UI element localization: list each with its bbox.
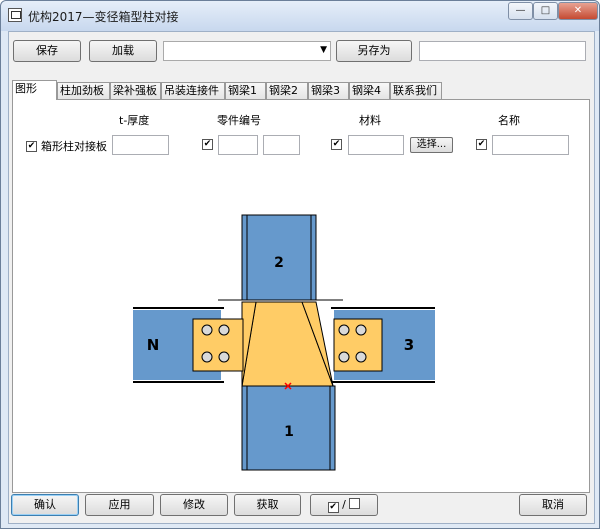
close-button[interactable]: ✕	[558, 2, 598, 20]
tab-beam-reinforcement[interactable]: 梁补强板	[110, 82, 161, 99]
maximize-button[interactable]: □	[533, 2, 558, 20]
tab-graphics[interactable]: 图形	[12, 80, 57, 100]
title-bar: 优构2017—变径箱型柱对接 — □ ✕	[1, 1, 599, 31]
toggle-all-checkboxes-button[interactable]: ✔ /	[310, 494, 378, 516]
joint-diagram: 2 N 3 1	[133, 214, 435, 471]
name-input[interactable]	[419, 41, 586, 61]
modify-button[interactable]: 修改	[160, 494, 228, 516]
app-icon	[8, 8, 22, 22]
tab-column-stiffener[interactable]: 柱加劲板	[57, 82, 110, 99]
label-right: 3	[404, 336, 414, 354]
apply-button[interactable]: 应用	[85, 494, 154, 516]
client-area: 保存 加载 ▼ 另存为 图形 柱加劲板 梁补强板 吊装连接件 钢梁1 钢梁2 钢…	[8, 31, 595, 524]
confirm-button[interactable]: 确认	[11, 494, 79, 516]
toggle-slash: /	[342, 498, 346, 511]
unchecked-box-icon	[349, 498, 361, 509]
label-left: N	[147, 336, 160, 354]
window-title: 优构2017—变径箱型柱对接	[28, 10, 179, 24]
label-bottom: 1	[284, 424, 294, 440]
checked-box-icon: ✔	[327, 502, 339, 513]
save-button[interactable]: 保存	[13, 40, 81, 62]
tab-beam-3[interactable]: 钢梁3	[308, 82, 349, 99]
tab-lifting-connector[interactable]: 吊装连接件	[161, 82, 225, 99]
tab-beam-1[interactable]: 钢梁1	[225, 82, 266, 99]
fetch-button[interactable]: 获取	[234, 494, 301, 516]
minimize-button[interactable]: —	[508, 2, 533, 20]
tab-panel-graphics: t-厚度 零件编号 材料 名称 ✔ 箱形柱对接板 ✔ ✔ 选择... ✔ 2 N…	[12, 99, 590, 493]
tab-beam-4[interactable]: 钢梁4	[349, 82, 390, 99]
tab-contact-us[interactable]: 联系我们	[390, 82, 442, 99]
main-window: 优构2017—变径箱型柱对接 — □ ✕ 保存 加载 ▼ 另存为 图形 柱加劲板…	[0, 0, 600, 529]
label-top: 2	[274, 255, 284, 271]
left-splice-plate	[192, 318, 244, 372]
cancel-button[interactable]: 取消	[519, 494, 587, 516]
load-button[interactable]: 加载	[89, 40, 157, 62]
save-as-button[interactable]: 另存为	[336, 40, 412, 62]
tab-beam-2[interactable]: 钢梁2	[266, 82, 308, 99]
chevron-down-icon: ▼	[320, 45, 327, 55]
preset-dropdown[interactable]: ▼	[163, 41, 331, 61]
